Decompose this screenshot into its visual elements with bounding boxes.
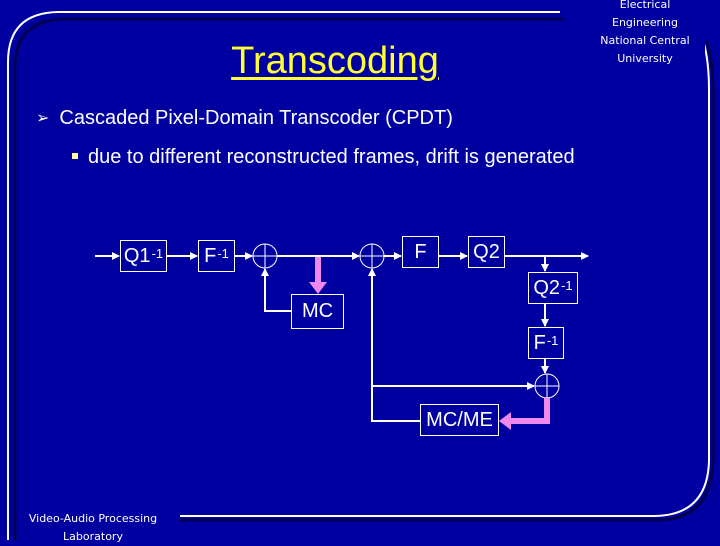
block-q2-inverse: Q2 -1 [528,272,578,304]
mc-feedback-line [261,268,291,312]
transcoder-diagram [95,243,589,430]
pink-arrow-shaft [315,257,321,283]
block-mc-me: MC/ME [420,404,499,436]
block-f-inverse-2: F -1 [528,327,564,359]
lab-label: Video-Audio Processing Laboratory [18,510,168,546]
pink-arrow-head [499,412,511,430]
block-q1-inverse: Q1 -1 [120,240,167,272]
block-f-inverse-1: F -1 [198,240,235,272]
drift-line [368,268,420,422]
lab-line: Laboratory [63,530,123,543]
block-f: F [402,236,439,268]
pink-arrow-head [309,282,327,294]
block-q2: Q2 [468,236,505,268]
pink-path-horizontal [510,418,550,424]
lab-line: Video-Audio Processing [28,512,158,525]
block-mc: MC [291,294,344,329]
